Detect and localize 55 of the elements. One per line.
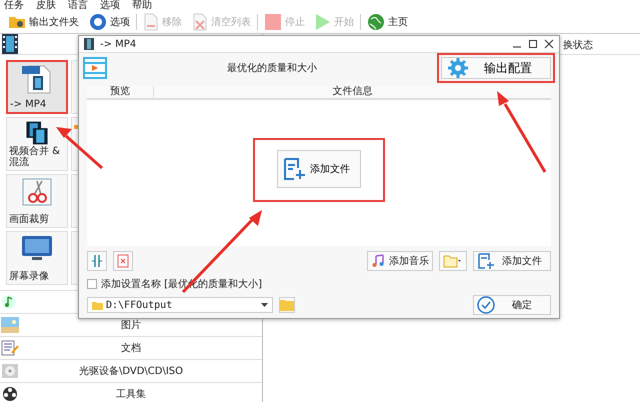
ok-button[interactable]: 确定 [473, 295, 551, 315]
category-label: 工具集 [115, 388, 147, 401]
folder-add-icon [443, 254, 463, 268]
close-icon[interactable] [544, 39, 554, 49]
add-file-icon [282, 157, 306, 181]
remove-button[interactable] [113, 251, 133, 271]
category-label: 光驱设备\DVD\CD\ISO [78, 364, 184, 378]
tool-tile[interactable]: 屏幕录像 [6, 231, 68, 285]
window-title: -> MP4 [100, 38, 136, 50]
folder-icon [280, 299, 294, 311]
music-note-icon [1, 294, 17, 310]
menu-item[interactable]: 选项 [100, 0, 120, 11]
category-row[interactable]: 光驱设备\DVD\CD\ISO [0, 359, 262, 382]
toolbar-button[interactable]: 选项 [85, 12, 134, 32]
check-circle-icon [477, 296, 495, 314]
stop-icon [264, 13, 282, 31]
disc-drive-icon [1, 363, 19, 379]
toolbar-button[interactable]: 输出文件夹 [4, 12, 83, 32]
scissors-icon [20, 177, 54, 207]
add-music-button[interactable]: 添加音乐 [367, 251, 433, 271]
caret-icon [261, 303, 268, 307]
audio-split-button[interactable] [87, 251, 107, 271]
tool-tile[interactable]: 视频合并 & 混流 [6, 117, 68, 171]
music-notes-icon [371, 254, 387, 268]
add-file-button[interactable]: 添加文件 [277, 150, 361, 188]
category-label: 图片 [120, 318, 142, 332]
folder-icon [92, 300, 103, 310]
video-play-icon [83, 57, 107, 79]
document-minus-icon [143, 13, 159, 31]
output-settings-button[interactable]: 输出配置 [441, 57, 551, 79]
document-cross-icon [117, 254, 129, 268]
maximize-icon[interactable] [528, 39, 538, 49]
tool-tile[interactable]: -> MP4 [6, 60, 68, 114]
split-icon [91, 254, 103, 268]
menu-item[interactable]: 皮肤 [36, 0, 56, 11]
category-row[interactable]: 文档 [0, 336, 262, 359]
menu-item[interactable]: 帮助 [132, 0, 152, 11]
preset-title: 最优化的质量和大小 [226, 62, 318, 75]
column-header: 预览 [87, 86, 154, 98]
column-header: 文件信息 [332, 86, 374, 98]
category-label: 文档 [120, 342, 142, 355]
gear-icon [448, 58, 468, 78]
play-icon [315, 13, 331, 31]
folder-icon [8, 15, 26, 29]
add-file-icon [477, 253, 495, 269]
column-header: 换状态 [563, 40, 593, 51]
add-file-button[interactable]: 添加文件 [473, 251, 551, 271]
output-folder-dropdown[interactable]: D:\FFOutput [87, 297, 273, 313]
document-cross-icon [192, 13, 208, 31]
monitor-icon [20, 234, 54, 262]
toolbar-button[interactable]: 主页 [363, 12, 412, 32]
category-row[interactable]: 工具集 [0, 382, 262, 402]
film-icon [84, 38, 94, 50]
tool-tile[interactable]: 画面裁剪 [6, 174, 68, 228]
menu-item[interactable]: 任务 [4, 0, 24, 11]
